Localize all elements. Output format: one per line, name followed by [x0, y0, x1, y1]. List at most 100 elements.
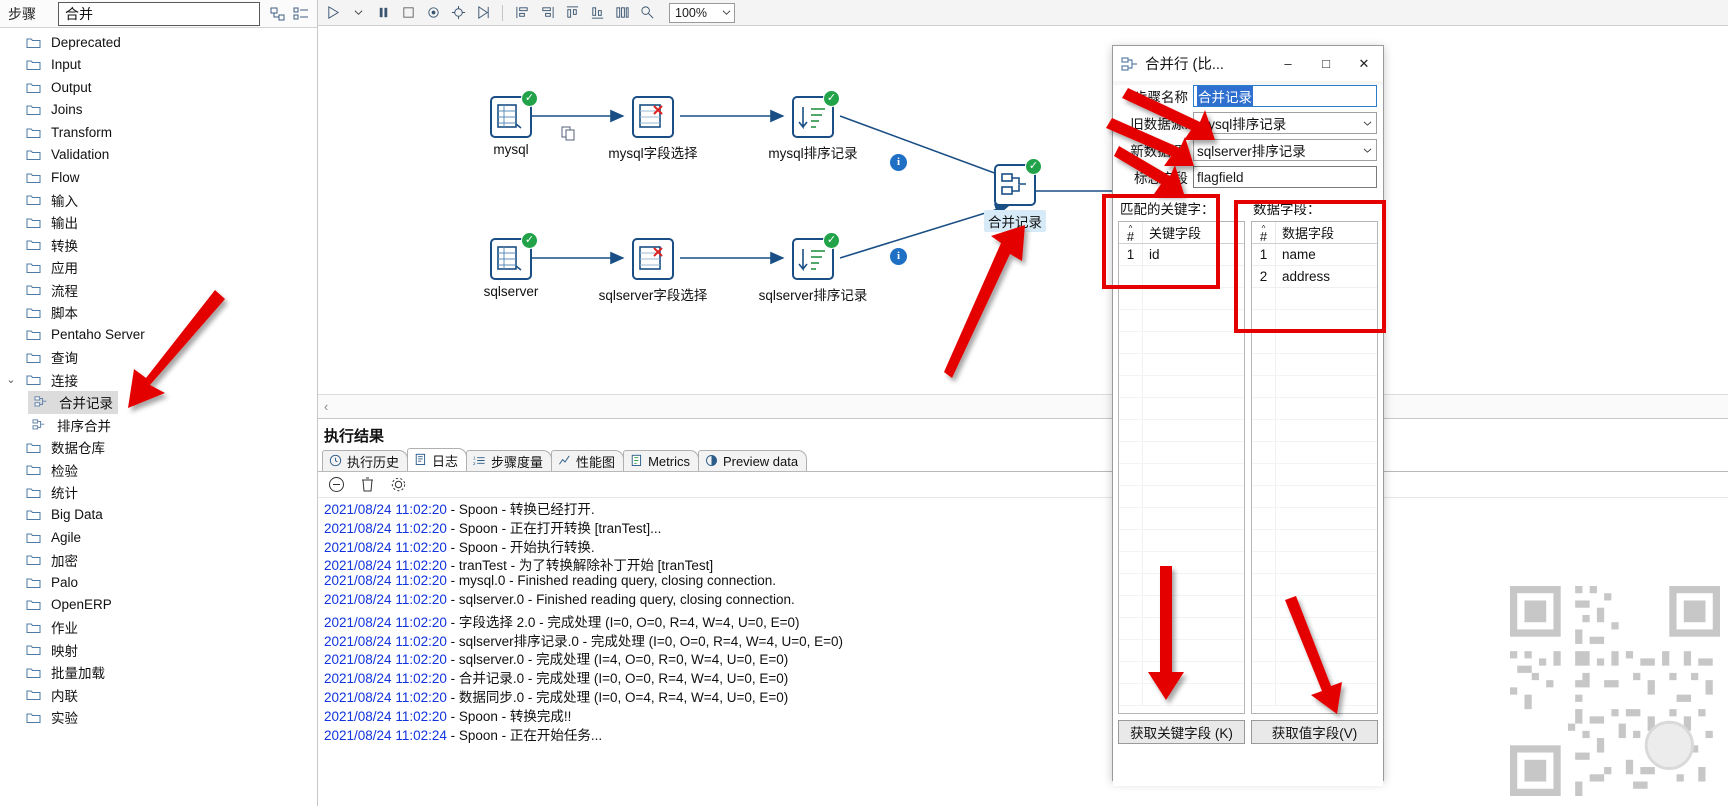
- tree-folder-row[interactable]: 内联: [0, 684, 317, 707]
- grid-cell-empty[interactable]: [1276, 508, 1377, 529]
- grid-row-empty[interactable]: [1252, 486, 1377, 508]
- collapse-all-icon[interactable]: [293, 6, 309, 22]
- grid-cell-empty[interactable]: [1276, 596, 1377, 617]
- grid-row-empty[interactable]: [1252, 596, 1377, 618]
- grid-row[interactable]: 1 id: [1119, 244, 1244, 266]
- tree-item[interactable]: 数据仓库: [22, 437, 105, 457]
- get-value-fields-button[interactable]: 获取值字段(V): [1251, 720, 1378, 744]
- new-datasource-select[interactable]: sqlserver排序记录: [1193, 139, 1377, 161]
- tree-item[interactable]: 映射: [22, 640, 78, 660]
- grid-cell-empty[interactable]: [1143, 618, 1244, 639]
- inspect-icon[interactable]: [638, 4, 656, 22]
- tree-folder-row[interactable]: Validation: [0, 144, 317, 167]
- align-bottom-icon[interactable]: [588, 4, 606, 22]
- grid-cell-empty[interactable]: [1143, 420, 1244, 441]
- align-top-icon[interactable]: [563, 4, 581, 22]
- grid-cell-empty[interactable]: [1143, 288, 1244, 309]
- grid-row-empty[interactable]: [1119, 486, 1244, 508]
- tree-item[interactable]: 实验: [22, 707, 78, 727]
- grid-cell-empty[interactable]: [1143, 596, 1244, 617]
- grid-row-empty[interactable]: [1252, 618, 1377, 640]
- tree-item[interactable]: 流程: [22, 280, 78, 300]
- grid-cell-empty[interactable]: [1143, 640, 1244, 661]
- grid-row-empty[interactable]: [1119, 354, 1244, 376]
- grid-row-empty[interactable]: [1119, 596, 1244, 618]
- tree-item[interactable]: 加密: [22, 550, 78, 570]
- grid-row-empty[interactable]: [1252, 464, 1377, 486]
- debug-icon[interactable]: [449, 4, 467, 22]
- grid-cell-empty[interactable]: [1143, 530, 1244, 551]
- grid-cell-empty[interactable]: [1143, 332, 1244, 353]
- chevron-down-icon[interactable]: [1359, 140, 1376, 160]
- step-name-input[interactable]: 合并记录: [1193, 85, 1377, 107]
- zoom-level-select[interactable]: 100%: [669, 2, 735, 23]
- tree-folder-row[interactable]: Palo: [0, 571, 317, 594]
- tree-item[interactable]: Big Data: [22, 507, 103, 522]
- steps-search-input[interactable]: 合并: [58, 1, 260, 26]
- tree-item[interactable]: 应用: [22, 257, 78, 277]
- tree-item[interactable]: Palo: [22, 575, 78, 590]
- align-right-icon[interactable]: [538, 4, 556, 22]
- tree-folder-row[interactable]: 流程: [0, 279, 317, 302]
- grid-cell-empty[interactable]: [1276, 398, 1377, 419]
- grid-row-empty[interactable]: [1119, 442, 1244, 464]
- grid-cell-field-name[interactable]: id: [1143, 244, 1160, 265]
- grid-row-empty[interactable]: [1252, 530, 1377, 552]
- tree-folder-row[interactable]: 检验: [0, 459, 317, 482]
- preview-icon[interactable]: [424, 4, 442, 22]
- grid-cell-empty[interactable]: [1276, 420, 1377, 441]
- hop-info-badge[interactable]: i: [890, 248, 907, 265]
- chevron-down-icon[interactable]: ⌄: [0, 373, 22, 386]
- tree-folder-row[interactable]: 转换: [0, 234, 317, 257]
- grid-cell-empty[interactable]: [1276, 530, 1377, 551]
- tree-step-row[interactable]: 合并记录: [0, 390, 317, 414]
- grid-row-empty[interactable]: [1119, 266, 1244, 288]
- tree-item[interactable]: 内联: [22, 685, 78, 705]
- canvas-node-mysql-field-select[interactable]: mysql字段选择: [608, 96, 698, 161]
- tree-folder-row[interactable]: 加密: [0, 549, 317, 572]
- grid-row-empty[interactable]: [1252, 310, 1377, 332]
- tree-item[interactable]: 批量加载: [22, 662, 105, 682]
- grid-cell-empty[interactable]: [1276, 464, 1377, 485]
- results-tabs[interactable]: 执行历史 日志 1 2 步骤度量 性能图 Metrics Preview data: [318, 448, 1728, 472]
- tree-folder-row[interactable]: 查询: [0, 346, 317, 369]
- tree-item[interactable]: Validation: [22, 147, 109, 162]
- grid-cell-empty[interactable]: [1143, 662, 1244, 683]
- grid-row-empty[interactable]: [1252, 420, 1377, 442]
- settings-gear-icon[interactable]: [390, 476, 407, 493]
- grid-cell-empty[interactable]: [1276, 618, 1377, 639]
- grid-row-empty[interactable]: [1119, 574, 1244, 596]
- tree-item[interactable]: 排序合并: [28, 415, 111, 435]
- trash-icon[interactable]: [359, 476, 376, 493]
- grid-row-empty[interactable]: [1252, 662, 1377, 684]
- results-tab[interactable]: Metrics: [623, 450, 699, 471]
- grid-cell-empty[interactable]: [1143, 310, 1244, 331]
- steps-tree[interactable]: Deprecated Input Output Joins Transform Valid…: [0, 28, 317, 806]
- dialog-titlebar[interactable]: 合并行 (比... – □ ✕: [1113, 46, 1383, 81]
- transformation-canvas[interactable]: ✓ mysql mysql字段选择 ✓ mysql排序记录 ✓ sqlserve…: [318, 26, 1728, 418]
- grid-cell-field-name[interactable]: address: [1276, 266, 1330, 287]
- tree-item[interactable]: Deprecated: [22, 35, 121, 50]
- grid-cell-empty[interactable]: [1276, 552, 1377, 573]
- tree-folder-row[interactable]: 统计: [0, 481, 317, 504]
- tree-item[interactable]: 查询: [22, 347, 78, 367]
- grid-row-empty[interactable]: [1119, 552, 1244, 574]
- tree-item[interactable]: Flow: [22, 170, 80, 185]
- tree-folder-row[interactable]: 脚本: [0, 301, 317, 324]
- align-left-icon[interactable]: [513, 4, 531, 22]
- grid-cell-empty[interactable]: [1143, 398, 1244, 419]
- grid-cell-empty[interactable]: [1276, 354, 1377, 375]
- tree-folder-row[interactable]: Pentaho Server: [0, 324, 317, 347]
- grid-row-empty[interactable]: [1119, 420, 1244, 442]
- tree-item[interactable]: 作业: [22, 617, 78, 637]
- grid-cell-empty[interactable]: [1143, 354, 1244, 375]
- grid-row-empty[interactable]: [1252, 574, 1377, 596]
- minimize-button[interactable]: –: [1269, 47, 1307, 81]
- canvas-node-merge-rows[interactable]: ✓ 合并记录: [984, 158, 1046, 232]
- grid-row-empty[interactable]: [1252, 684, 1377, 706]
- grid-row-empty[interactable]: [1252, 288, 1377, 310]
- tree-item[interactable]: 转换: [22, 235, 78, 255]
- tree-folder-row[interactable]: Joins: [0, 99, 317, 122]
- results-tab[interactable]: Preview data: [697, 450, 808, 471]
- grid-row-empty[interactable]: [1119, 684, 1244, 706]
